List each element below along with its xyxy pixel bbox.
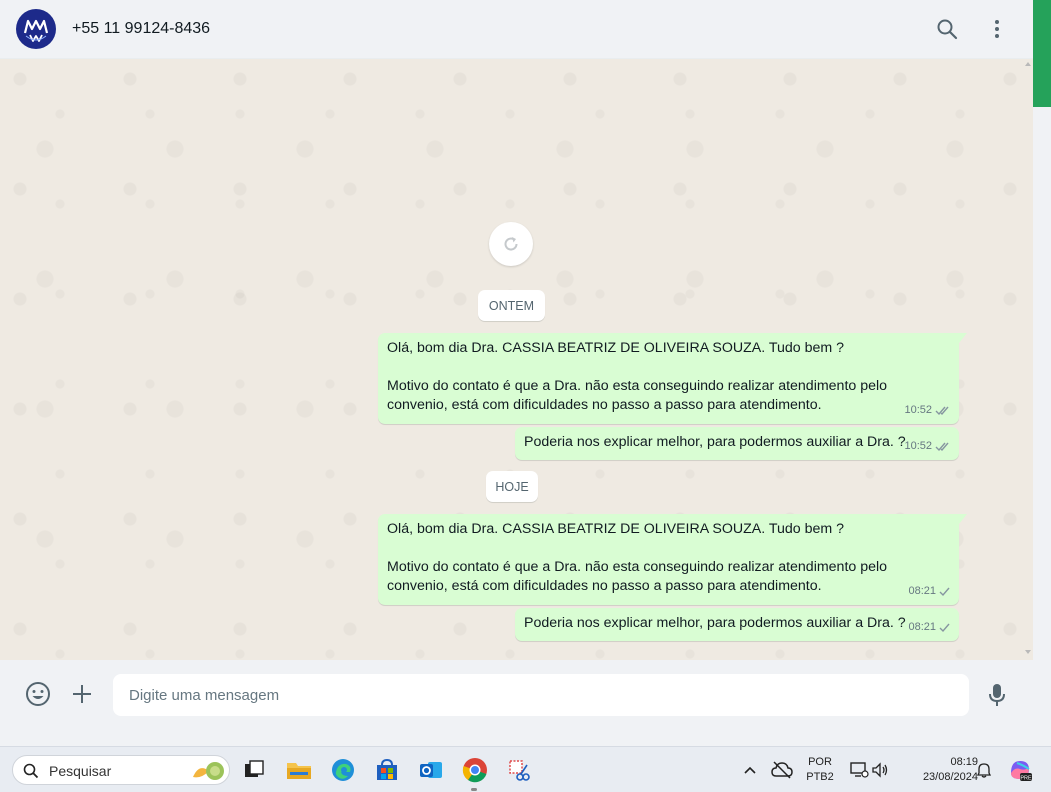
snipping-tool-icon[interactable] [505,756,533,784]
scroll-down-arrow[interactable] [1025,650,1031,654]
active-app-indicator [471,788,477,791]
language-code: POR [808,756,832,768]
search-icon [23,763,39,779]
double-check-icon [935,406,949,416]
side-strip [1033,0,1051,746]
message-time: 10:52 [904,440,932,452]
svg-text:PRE: PRE [1020,775,1032,781]
message-input[interactable] [113,674,969,716]
refresh-icon[interactable] [489,222,533,266]
message-line: Olá, bom dia Dra. CASSIA BEATRIZ DE OLIV… [387,521,845,537]
contact-avatar[interactable] [16,9,56,49]
emoji-icon[interactable] [25,681,51,707]
clock-date: 23/08/2024 [922,771,978,783]
message-line: convenio, está com dificuldades no passo… [387,397,822,413]
single-check-icon [939,623,950,633]
outgoing-message[interactable]: Poderia nos explicar melhor, para poderm… [515,608,959,641]
outgoing-message[interactable]: Olá, bom dia Dra. CASSIA BEATRIZ DE OLIV… [378,333,967,424]
message-meta: 08:21 [908,582,951,601]
single-check-icon [939,587,950,597]
message-time: 10:52 [904,404,932,416]
date-divider-hoje: HOJE [486,471,538,502]
taskbar-search[interactable]: Pesquisar [12,755,230,785]
outgoing-message[interactable]: Olá, bom dia Dra. CASSIA BEATRIZ DE OLIV… [378,514,967,605]
copilot-icon[interactable]: PRE [1006,756,1034,784]
task-view-icon[interactable] [240,756,268,784]
fruit-highlight-icon [193,762,224,780]
notification-bell-icon[interactable] [970,756,998,784]
outgoing-message[interactable]: Poderia nos explicar melhor, para poderm… [515,427,959,460]
outlook-icon[interactable] [417,756,445,784]
whatsapp-window: +55 11 99124-8436 ONTEM Olá, bom dia Dra… [0,0,1033,746]
search-icon[interactable] [935,17,959,41]
taskbar-search-label: Pesquisar [49,763,112,779]
message-meta: 10:52 [904,401,951,420]
store-icon[interactable] [373,756,401,784]
date-divider-ontem: ONTEM [478,290,545,321]
microphone-icon[interactable] [984,682,1010,708]
message-line: Motivo do contato é que a Dra. não esta … [387,378,888,394]
message-meta: 08:21 [908,618,951,637]
system-clock[interactable]: 08:19 23/08/2024 [898,755,978,785]
message-time: 08:21 [908,621,936,633]
message-composer [0,660,1033,726]
file-explorer-icon[interactable] [285,756,313,784]
clock-time: 08:19 [950,756,978,768]
message-line: convenio, está com dificuldades no passo… [387,578,822,594]
chat-header: +55 11 99124-8436 [0,0,1033,59]
more-vertical-icon[interactable] [985,17,1009,41]
scroll-up-arrow[interactable] [1025,62,1031,66]
contact-name[interactable]: +55 11 99124-8436 [72,20,210,38]
window-bottom-gap [0,726,1033,746]
message-line: Olá, bom dia Dra. CASSIA BEATRIZ DE OLIV… [387,340,845,356]
clinic-logo-icon [17,10,55,48]
chevron-up-icon[interactable] [736,756,764,784]
edge-icon[interactable] [329,756,357,784]
message-line: Poderia nos explicar melhor, para poderm… [524,434,906,450]
language-indicator[interactable]: POR PTB2 [802,755,838,785]
plus-icon[interactable] [69,681,95,707]
message-line: Poderia nos explicar melhor, para poderm… [524,615,906,631]
message-time: 08:21 [908,585,936,597]
chrome-icon[interactable] [461,756,489,784]
windows-taskbar: Pesquisar POR PTB2 08:19 23/08/2024 PRE [0,746,1051,792]
message-meta: 10:52 [904,437,951,456]
keyboard-layout: PTB2 [806,771,834,783]
window-accent-bar [1033,0,1051,107]
volume-icon[interactable] [866,756,894,784]
double-check-icon [935,442,949,452]
cloud-offline-icon[interactable] [768,756,796,784]
message-line: Motivo do contato é que a Dra. não esta … [387,559,888,575]
